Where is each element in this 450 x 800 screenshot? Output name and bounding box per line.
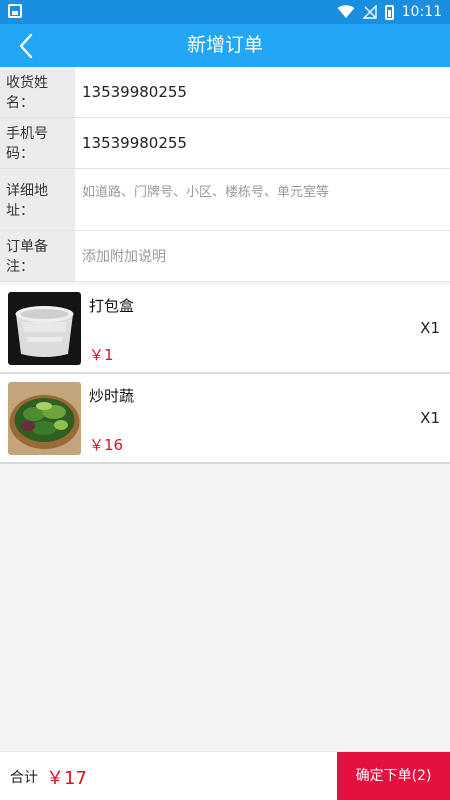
battery-icon <box>384 4 394 20</box>
gallery-notification-icon <box>8 4 22 18</box>
item-price: ￥1 <box>89 346 114 364</box>
status-time: 10:11 <box>401 4 442 20</box>
status-icons: 10:11 <box>337 3 442 21</box>
name-row: 收货姓名： 13539980255 <box>0 67 450 118</box>
item-image <box>8 292 81 365</box>
list-item[interactable]: 炒时蔬 ￥16 X1 <box>0 374 450 464</box>
note-field[interactable]: 添加附加说明 <box>75 231 450 281</box>
item-quantity: X1 <box>420 319 440 337</box>
address-row: 详细地址： 如道路、门牌号、小区、楼栋号、单元室等 <box>0 169 450 231</box>
item-image <box>8 382 81 455</box>
status-bar: 10:11 <box>0 0 450 24</box>
header-bar: 新增订单 <box>0 24 450 67</box>
wifi-icon <box>337 5 355 18</box>
name-field[interactable]: 13539980255 <box>75 67 450 117</box>
note-label: 订单备注： <box>0 231 75 281</box>
signal-icon <box>362 5 377 19</box>
item-name: 打包盒 <box>89 297 135 315</box>
phone-row: 手机号码： 13539980255 <box>0 118 450 169</box>
address-label: 详细地址： <box>0 169 75 230</box>
phone-field[interactable]: 13539980255 <box>75 118 450 168</box>
item-quantity: X1 <box>420 409 440 427</box>
order-form: 收货姓名： 13539980255 手机号码： 13539980255 详细地址… <box>0 67 450 282</box>
item-price: ￥16 <box>89 436 124 454</box>
phone-label: 手机号码： <box>0 118 75 168</box>
checkout-bar: 合计 ￥17 确定下单(2) <box>0 751 450 800</box>
confirm-order-button[interactable]: 确定下单(2) <box>337 752 450 800</box>
list-item[interactable]: 打包盒 ￥1 X1 <box>0 284 450 374</box>
address-placeholder: 如道路、门牌号、小区、楼栋号、单元室等 <box>82 185 330 200</box>
note-placeholder: 添加附加说明 <box>82 249 166 265</box>
address-field[interactable]: 如道路、门牌号、小区、楼栋号、单元室等 <box>75 169 450 230</box>
total-label: 合计 <box>10 770 38 786</box>
page-title: 新增订单 <box>186 34 263 56</box>
total-value: ￥17 <box>46 768 87 789</box>
name-label: 收货姓名： <box>0 67 75 117</box>
note-row: 订单备注： 添加附加说明 <box>0 231 450 282</box>
item-name: 炒时蔬 <box>89 387 135 405</box>
order-items-list: 打包盒 ￥1 X1 炒时蔬 ￥16 X1 <box>0 284 450 464</box>
